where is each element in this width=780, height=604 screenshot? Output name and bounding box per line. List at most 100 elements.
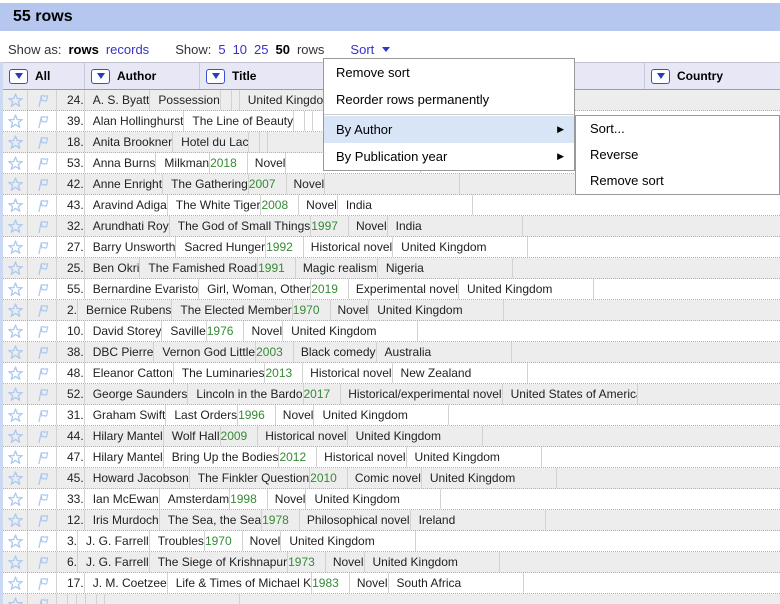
flag-toggle[interactable] bbox=[28, 174, 57, 194]
star-toggle[interactable] bbox=[3, 174, 28, 194]
dropdown-triangle-icon bbox=[96, 73, 105, 79]
cell-country: India bbox=[338, 195, 473, 215]
flag-toggle[interactable] bbox=[28, 426, 57, 446]
star-toggle[interactable] bbox=[3, 447, 28, 467]
flag-toggle[interactable] bbox=[28, 468, 57, 488]
star-toggle[interactable] bbox=[3, 153, 28, 173]
star-icon bbox=[7, 449, 23, 464]
flag-toggle[interactable] bbox=[28, 342, 57, 362]
flag-toggle[interactable] bbox=[28, 132, 57, 152]
menu-separator bbox=[324, 114, 574, 115]
star-toggle[interactable] bbox=[3, 258, 28, 278]
column-menu-country-button[interactable] bbox=[651, 68, 670, 84]
star-toggle[interactable] bbox=[3, 363, 28, 383]
column-header-all-label: All bbox=[35, 69, 51, 83]
flag-toggle[interactable] bbox=[28, 489, 57, 509]
flag-icon bbox=[37, 346, 48, 359]
column-menu-author-button[interactable] bbox=[91, 68, 110, 84]
show-label: Show: bbox=[175, 41, 212, 57]
flag-toggle[interactable] bbox=[28, 279, 57, 299]
star-toggle[interactable] bbox=[3, 531, 28, 551]
page-title: 55 rows bbox=[0, 3, 780, 31]
by-author-submenu: Sort... Reverse Remove sort bbox=[575, 115, 780, 195]
submenu-item-remove-sort[interactable]: Remove sort bbox=[576, 168, 779, 194]
star-toggle[interactable] bbox=[3, 300, 28, 320]
star-toggle[interactable] bbox=[3, 426, 28, 446]
star-toggle[interactable] bbox=[3, 90, 28, 110]
column-header-all[interactable]: All bbox=[3, 63, 85, 89]
flag-icon bbox=[37, 325, 48, 338]
star-toggle[interactable] bbox=[3, 510, 28, 530]
flag-toggle[interactable] bbox=[28, 321, 57, 341]
star-toggle[interactable] bbox=[3, 342, 28, 362]
star-toggle[interactable] bbox=[3, 405, 28, 425]
cell-publication-year: 1983 bbox=[312, 573, 350, 593]
page-size-5-link[interactable]: 5 bbox=[218, 42, 225, 57]
flag-toggle[interactable] bbox=[28, 384, 57, 404]
show-as-records-link[interactable]: records bbox=[106, 42, 149, 57]
flag-toggle[interactable] bbox=[28, 447, 57, 467]
row-number: 47. bbox=[57, 447, 85, 467]
cell-title: Sacred Hunger bbox=[176, 237, 267, 257]
menu-item-by-author[interactable]: By Author ▶ bbox=[324, 116, 574, 143]
flag-toggle[interactable] bbox=[28, 90, 57, 110]
row-number: 52. bbox=[57, 384, 85, 404]
flag-toggle[interactable] bbox=[28, 573, 57, 593]
flag-toggle[interactable] bbox=[28, 510, 57, 530]
flag-toggle[interactable] bbox=[28, 363, 57, 383]
star-toggle[interactable] bbox=[3, 195, 28, 215]
star-toggle[interactable] bbox=[3, 594, 28, 604]
cell-genre: Novel bbox=[248, 153, 287, 173]
column-menu-title-button[interactable] bbox=[206, 68, 225, 84]
menu-item-by-publication-year[interactable]: By Publication year ▶ bbox=[324, 143, 574, 170]
star-toggle[interactable] bbox=[3, 573, 28, 593]
star-toggle[interactable] bbox=[3, 132, 28, 152]
cell-genre: Historical novel bbox=[258, 426, 348, 446]
flag-toggle[interactable] bbox=[28, 405, 57, 425]
flag-toggle[interactable] bbox=[28, 153, 57, 173]
page-size-10-link[interactable]: 10 bbox=[233, 42, 247, 57]
column-header-country[interactable]: Country bbox=[645, 63, 780, 89]
cell-publication-year: 1997 bbox=[311, 216, 349, 236]
submenu-item-reverse[interactable]: Reverse bbox=[576, 142, 779, 168]
column-header-author[interactable]: Author bbox=[85, 63, 200, 89]
star-toggle[interactable] bbox=[3, 216, 28, 236]
star-toggle[interactable] bbox=[3, 237, 28, 257]
flag-toggle[interactable] bbox=[28, 531, 57, 551]
sort-menu-trigger[interactable]: Sort bbox=[350, 42, 374, 57]
cell-title: Lincoln in the Bardo bbox=[188, 384, 304, 404]
cell-country: United Kingdom bbox=[283, 321, 419, 341]
page-size-25-link[interactable]: 25 bbox=[254, 42, 268, 57]
cell-title: The White Tiger bbox=[168, 195, 262, 215]
column-header-country-label: Country bbox=[677, 69, 723, 83]
flag-toggle[interactable] bbox=[28, 300, 57, 320]
table-row: 17. J. M. Coetzee Life & Times of Michae… bbox=[3, 573, 780, 594]
menu-item-reorder-rows-permanently[interactable]: Reorder rows permanently bbox=[324, 86, 574, 113]
cell-genre: Comic novel bbox=[348, 468, 422, 488]
menu-item-remove-sort[interactable]: Remove sort bbox=[324, 59, 574, 86]
flag-toggle[interactable] bbox=[28, 552, 57, 572]
flag-toggle[interactable] bbox=[28, 237, 57, 257]
flag-toggle[interactable] bbox=[28, 216, 57, 236]
cell-publication-year: 2007 bbox=[249, 174, 287, 194]
cell-genre: Novel bbox=[268, 489, 307, 509]
star-toggle[interactable] bbox=[3, 279, 28, 299]
star-toggle[interactable] bbox=[3, 384, 28, 404]
star-toggle[interactable] bbox=[3, 111, 28, 131]
flag-toggle[interactable] bbox=[28, 111, 57, 131]
star-icon bbox=[7, 197, 23, 212]
flag-toggle[interactable] bbox=[28, 258, 57, 278]
flag-toggle[interactable] bbox=[28, 594, 57, 604]
star-icon bbox=[7, 218, 23, 233]
flag-toggle[interactable] bbox=[28, 195, 57, 215]
cell-country: United Kingdom bbox=[422, 468, 557, 488]
cell-title: Girl, Woman, Other bbox=[199, 279, 312, 299]
column-menu-all-button[interactable] bbox=[9, 68, 28, 84]
submenu-item-sort[interactable]: Sort... bbox=[576, 116, 779, 142]
row-number bbox=[57, 594, 68, 604]
star-toggle[interactable] bbox=[3, 552, 28, 572]
star-toggle[interactable] bbox=[3, 468, 28, 488]
star-toggle[interactable] bbox=[3, 489, 28, 509]
cell-publication-year: 1978 bbox=[262, 510, 300, 530]
star-toggle[interactable] bbox=[3, 321, 28, 341]
